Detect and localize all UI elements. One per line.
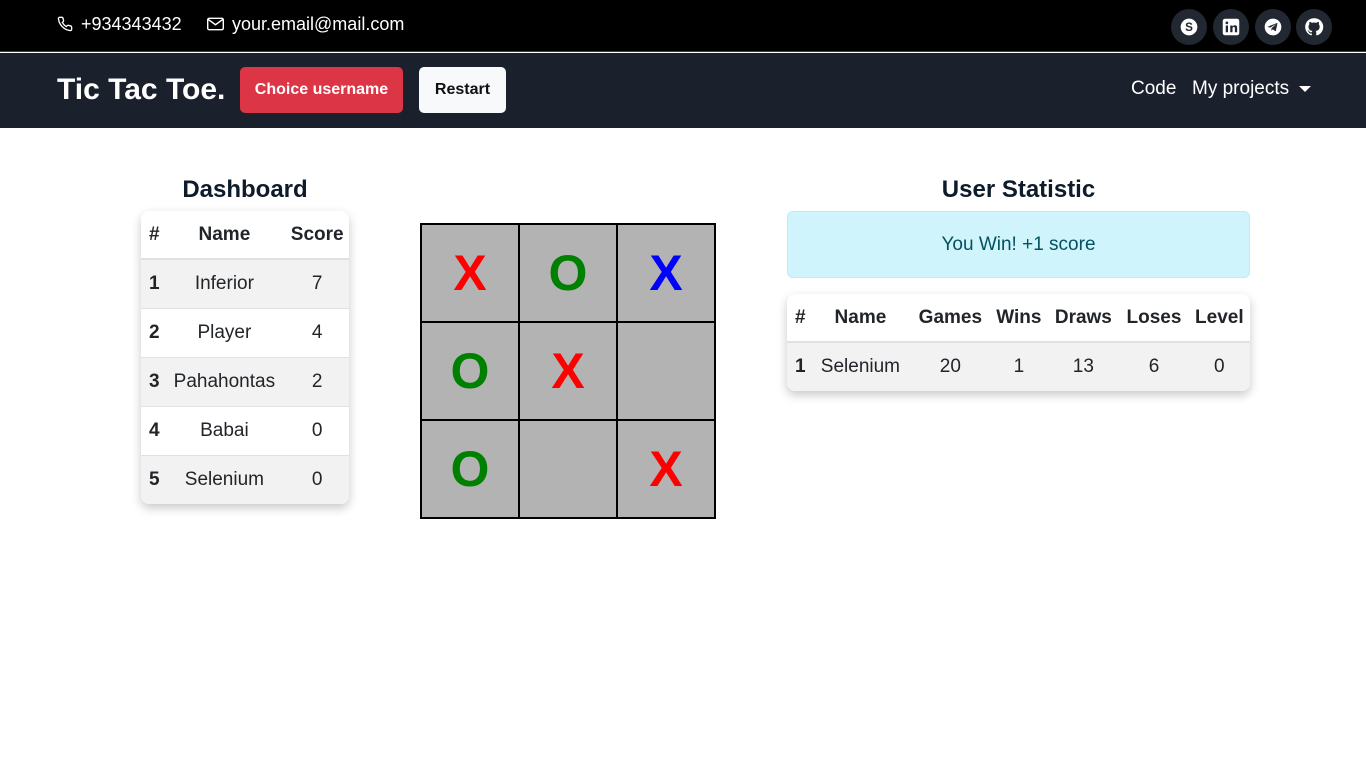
board-cell[interactable]: O [422,421,518,517]
telegram-icon[interactable] [1255,9,1291,45]
brand-title[interactable]: Tic Tac Toe. [57,72,225,108]
board-cell[interactable]: X [618,421,714,517]
row-num: 2 [141,307,164,357]
row-loses: 6 [1119,341,1189,391]
header-level: Level [1188,294,1250,343]
header-games: Games [910,294,991,343]
header-num: # [787,294,811,343]
board-cell[interactable]: X [520,323,616,419]
row-score: 0 [285,405,349,455]
header-wins: Wins [990,294,1048,343]
dashboard-table: # Name Score 1 Inferior 7 2 Player 4 3 P… [141,211,349,504]
phone-icon [57,16,73,32]
dashboard-title: Dashboard [182,176,308,203]
row-level: 0 [1188,341,1250,391]
table-row: 3 Pahahontas 2 [141,356,349,406]
email-address: your.email@mail.com [232,13,405,34]
header-loses: Loses [1119,294,1189,343]
board-cell[interactable] [520,421,616,517]
row-wins: 1 [990,341,1048,391]
github-icon[interactable] [1296,9,1332,45]
row-score: 2 [285,356,349,406]
row-num: 1 [787,341,811,391]
table-row: 1 Selenium 20 1 13 6 0 [787,341,1250,391]
table-row: 5 Selenium 0 [141,454,349,504]
row-games: 20 [910,341,991,391]
game-board: X O X O X O X [420,223,716,519]
choice-username-button[interactable]: Choice username [240,67,403,113]
user-statistic-title: User Statistic [941,176,1096,203]
header-score: Score [285,211,349,260]
row-draws: 13 [1047,341,1120,391]
top-contact-bar: +934343432 your.email@mail.com S [0,0,1366,52]
nav-code-link[interactable]: Code [1131,78,1176,100]
board-cell[interactable]: O [422,323,518,419]
board-cell[interactable] [618,323,714,419]
row-score: 0 [285,454,349,504]
row-name: Pahahontas [163,356,286,406]
row-num: 1 [141,258,164,308]
phone-number: +934343432 [81,13,182,34]
my-projects-label: My projects [1192,78,1290,99]
table-row: 2 Player 4 [141,307,349,357]
email-contact: your.email@mail.com [207,13,404,35]
table-row: 1 Inferior 7 [141,258,349,308]
row-score: 4 [285,307,349,357]
envelope-icon [207,17,224,31]
header-num: # [141,211,164,260]
phone-contact: +934343432 [57,13,182,35]
row-name: Inferior [163,258,286,308]
board-cell[interactable]: X [618,225,714,321]
header-name: Name [810,294,911,343]
chevron-down-icon [1299,86,1312,92]
row-num: 4 [141,405,164,455]
row-num: 3 [141,356,164,406]
navbar: Tic Tac Toe. Choice username Restart Cod… [0,53,1366,128]
row-name: Selenium [810,341,911,391]
board-cell[interactable]: X [422,225,518,321]
board-cell[interactable]: O [520,225,616,321]
result-alert: You Win! +1 score [787,211,1250,278]
my-projects-dropdown[interactable]: My projects [1192,78,1312,100]
skype-icon[interactable]: S [1171,9,1207,45]
row-num: 5 [141,454,164,504]
table-row: 4 Babai 0 [141,405,349,455]
header-name: Name [163,211,286,260]
row-name: Player [163,307,286,357]
header-draws: Draws [1047,294,1120,343]
row-name: Babai [163,405,286,455]
svg-text:S: S [1185,21,1193,34]
user-statistic-table: # Name Games Wins Draws Loses Level 1 Se… [787,294,1250,391]
linkedin-icon[interactable] [1213,9,1249,45]
row-score: 7 [285,258,349,308]
restart-button[interactable]: Restart [419,67,506,113]
row-name: Selenium [163,454,286,504]
